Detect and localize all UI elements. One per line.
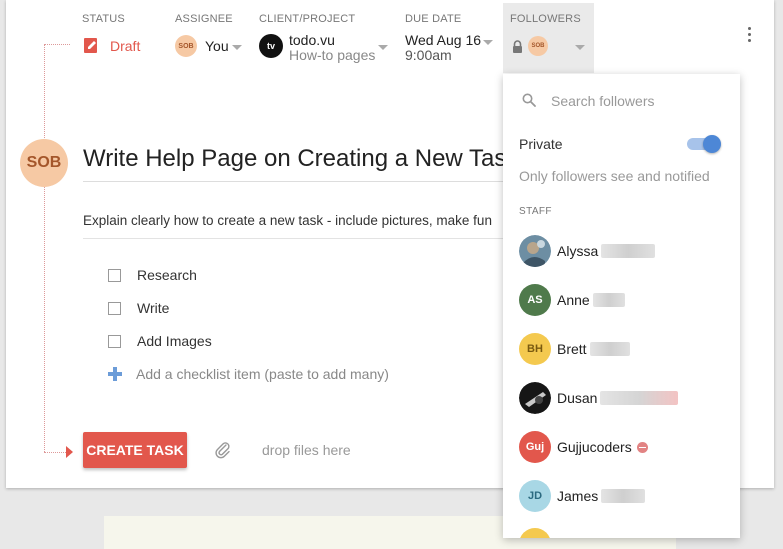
search-followers-input[interactable] [551,90,721,112]
checklist-item[interactable]: Add Images [108,331,212,351]
project-value[interactable]: How-to pages [289,47,375,63]
avatar: AS [519,284,551,316]
avatar: Guj [519,431,551,463]
due-date-label: DUE DATE [405,13,462,25]
follower-option-brett[interactable]: BH Brett [519,333,630,365]
avatar-photo [519,382,551,414]
client-project-label: CLIENT/PROJECT [259,13,356,25]
follower-option-dusan[interactable]: Dusan [519,382,679,414]
client-value[interactable]: todo.vu [289,32,335,48]
followers-label: FOLLOWERS [510,13,581,25]
task-avatar[interactable]: SOB [20,139,68,187]
follower-name: Alyssa [557,243,599,259]
toggle-knob[interactable] [703,135,721,153]
followers-column[interactable]: FOLLOWERS SOB [503,3,594,73]
private-note: Only followers see and notified [519,168,710,184]
due-date-chevron-down-icon[interactable] [483,40,493,45]
status-label: STATUS [82,13,125,25]
add-checklist-placeholder[interactable]: Add a checklist item (paste to add many) [136,366,389,382]
checkbox[interactable] [108,268,121,282]
assignee-avatar[interactable]: SOB [175,35,197,57]
blurred-surname [592,293,625,307]
pencil-icon[interactable] [84,37,99,54]
create-task-button[interactable]: CREATE TASK [83,432,187,468]
tree-connector [44,44,45,452]
checklist-item-label[interactable]: Research [137,267,197,283]
follower-name: Brett [557,341,587,357]
tree-connector-bottom [44,452,66,453]
follower-avatar[interactable]: SOB [528,36,548,56]
task-title-input[interactable]: Write Help Page on Creating a New Task [83,145,503,173]
blurred-surname [601,489,646,503]
task-description-input[interactable]: Explain clearly how to create a new task… [83,213,503,228]
client-chevron-down-icon[interactable] [378,45,388,50]
avatar: BH [519,333,551,365]
follower-name: Anne [557,292,590,308]
avatar: JD [519,480,551,512]
more-options-icon[interactable] [748,27,752,45]
private-toggle[interactable] [687,135,723,153]
lock-icon [513,40,522,53]
follower-name: Dusan [557,390,598,406]
assignee-value[interactable]: You [205,38,229,54]
follower-name: Gujjucoders [557,439,632,455]
follower-option-anne[interactable]: AS Anne [519,284,625,316]
staff-section-label: STAFF [519,206,552,217]
private-label: Private [519,136,563,152]
due-date-value[interactable]: Wed Aug 16 [405,32,481,48]
minus-circle-icon [636,441,648,453]
plus-icon[interactable] [108,367,122,381]
tree-arrow-icon [66,446,73,458]
checkbox[interactable] [108,334,121,348]
due-time-value[interactable]: 9:00am [405,47,452,63]
tree-connector-top [44,44,70,45]
checklist-item[interactable]: Write [108,298,169,318]
title-underline [83,181,503,182]
avatar-partial [519,528,551,538]
add-checklist-item[interactable]: Add a checklist item (paste to add many) [108,366,389,382]
follower-option-alyssa[interactable]: Alyssa [519,235,656,267]
avatar-photo [519,235,551,267]
followers-chevron-down-icon[interactable] [575,45,585,50]
follower-option-gujjucoders[interactable]: Guj Gujjucoders [519,431,648,463]
blurred-surname [600,391,679,405]
blurred-surname [601,244,656,258]
follower-option-james[interactable]: JD James [519,480,646,512]
blurred-surname [589,342,630,356]
drop-files-text[interactable]: drop files here [262,442,351,458]
paperclip-icon[interactable] [214,441,232,459]
client-avatar[interactable]: tv [259,34,283,58]
status-value[interactable]: Draft [110,38,140,54]
checklist-item-label[interactable]: Write [137,300,169,316]
checklist-item[interactable]: Research [108,265,197,285]
checklist-item-label[interactable]: Add Images [137,333,212,349]
description-underline [83,238,503,239]
checkbox[interactable] [108,301,121,315]
followers-dropdown: Private Only followers see and notified … [503,74,740,538]
assignee-chevron-down-icon[interactable] [232,45,242,50]
follower-name: James [557,488,599,504]
search-icon [522,93,536,107]
assignee-label: ASSIGNEE [175,13,233,25]
